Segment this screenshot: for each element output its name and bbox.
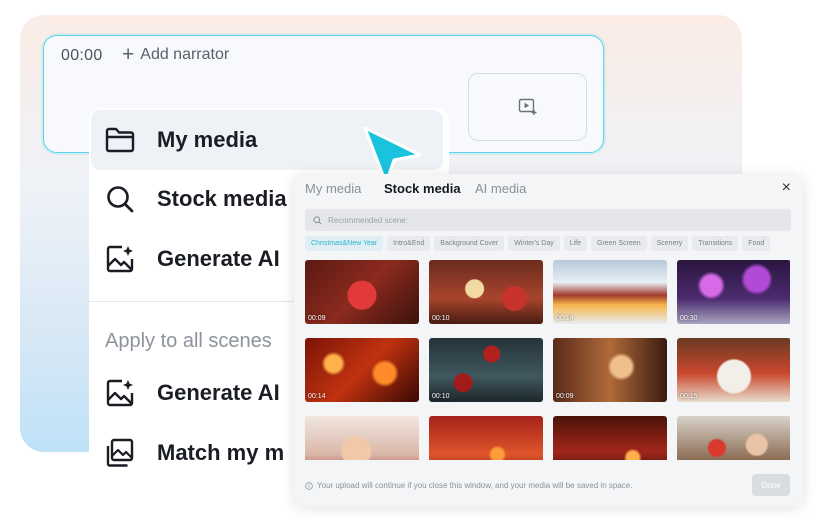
menu-item-label: My media [157, 127, 258, 152]
media-slot[interactable] [468, 73, 587, 141]
category-chips: Christmas&New Year Intro&End Background … [305, 236, 771, 251]
chip-intro-end[interactable]: Intro&End [387, 236, 431, 251]
media-thumbnail[interactable]: 00:10 [429, 338, 543, 402]
menu-item-label: Stock media [157, 186, 287, 211]
menu-item-label: Generate AI [157, 380, 280, 405]
add-narrator-label: Add narrator [140, 46, 230, 63]
chip-winters-day[interactable]: Winter's Day [508, 236, 560, 251]
duration-label: 00:14 [556, 315, 574, 322]
media-thumbnail[interactable] [677, 416, 790, 460]
video-add-icon [518, 98, 536, 115]
search-icon [313, 215, 322, 224]
tab-stock-media[interactable]: Stock media [384, 181, 461, 196]
tab-my-media[interactable]: My media [305, 181, 361, 196]
media-thumbnail[interactable] [553, 416, 667, 460]
done-button[interactable]: Done [752, 474, 790, 496]
media-thumbnail[interactable] [305, 416, 419, 460]
media-thumbnail[interactable]: 00:10 [429, 260, 543, 324]
chip-green-screen[interactable]: Green Screen [591, 236, 647, 251]
media-thumbnail[interactable]: 00:14 [305, 338, 419, 402]
duration-label: 00:10 [432, 315, 450, 322]
narrator-time: 00:00 [61, 47, 103, 64]
menu-item-label: Match my m [157, 440, 285, 465]
stock-media-panel: My media Stock media AI media × Christma… [294, 174, 803, 506]
chip-christmas-new-year[interactable]: Christmas&New Year [305, 236, 384, 251]
duration-label: 00:09 [308, 315, 326, 322]
add-narrator-button[interactable]: + Add narrator [122, 43, 230, 66]
search-input[interactable] [328, 215, 768, 225]
tab-ai-media[interactable]: AI media [475, 181, 526, 196]
search-icon [107, 186, 134, 213]
ai-image-icon [106, 245, 134, 273]
plus-icon: + [122, 43, 135, 66]
close-button[interactable]: × [782, 179, 791, 197]
upload-note-text: Your upload will continue if you close t… [317, 481, 633, 490]
ai-image-icon [106, 379, 134, 407]
duration-label: 00:10 [432, 393, 450, 400]
info-icon [305, 481, 313, 490]
media-thumbnail[interactable]: 00:09 [305, 260, 419, 324]
chip-scenery[interactable]: Scenery [650, 236, 689, 251]
media-thumbnail[interactable]: 00:30 [677, 260, 790, 324]
media-thumbnail[interactable] [429, 416, 543, 460]
search-bar[interactable] [305, 209, 791, 231]
upload-note: Your upload will continue if you close t… [305, 481, 632, 490]
media-thumbnail[interactable]: 00:09 [553, 338, 667, 402]
menu-item-label: Generate AI [157, 246, 280, 271]
duration-label: 00:14 [308, 393, 326, 400]
duration-label: 00:30 [680, 315, 698, 322]
media-thumbnail[interactable]: 00:14 [553, 260, 667, 324]
duration-label: 00:09 [556, 393, 574, 400]
chip-food[interactable]: Food [742, 236, 771, 251]
apply-all-scenes-heading: Apply to all scenes [105, 330, 272, 352]
chip-life[interactable]: Life [563, 236, 588, 251]
folder-icon [105, 127, 135, 153]
media-thumbnail[interactable]: 00:15 [677, 338, 790, 402]
duration-label: 00:15 [680, 393, 698, 400]
chip-transitions[interactable]: Transitions [692, 236, 739, 251]
media-grid: 00:09 00:10 00:14 00:30 00:14 00:10 00:0… [305, 260, 790, 460]
chip-background-cover[interactable]: Background Cover [434, 236, 505, 251]
gallery-icon [106, 438, 134, 467]
